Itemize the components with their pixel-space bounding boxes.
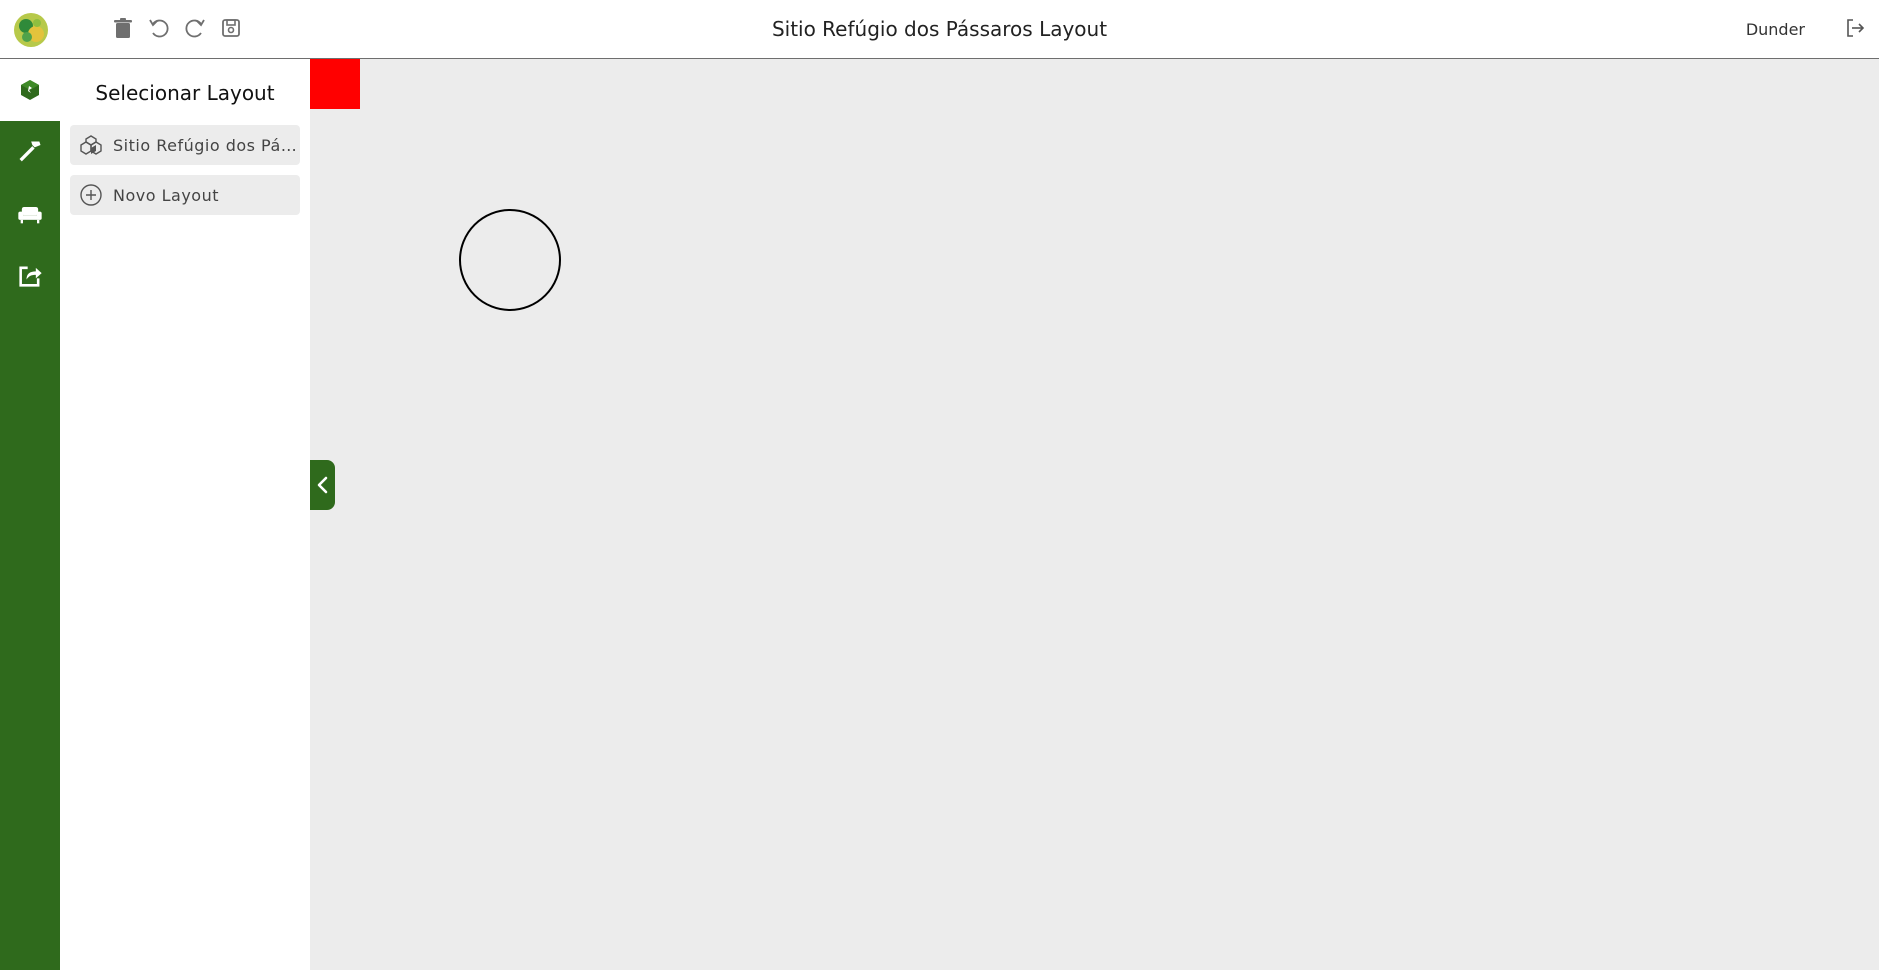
layout-cube-icon (21, 80, 39, 100)
layout-item-label: Sitio Refúgio dos Pássaros Layout (113, 135, 299, 155)
panel-title: Selecionar Layout (95, 81, 275, 105)
page-title: Sitio Refúgio dos Pássaros Layout (771, 17, 1108, 41)
armchair-icon (18, 207, 42, 224)
new-layout-label: Novo Layout (113, 185, 219, 205)
rail-item-furniture[interactable] (0, 183, 60, 245)
top-bar: Sitio Refúgio dos Pássaros Layout Dunder (0, 0, 1879, 59)
share-icon (19, 266, 42, 287)
layout-panel: Selecionar Layout Sitio Refúgio dos Páss… (60, 59, 310, 970)
tool-rail (0, 59, 60, 970)
collapse-panel-button[interactable] (310, 460, 335, 510)
canvas-object-circle[interactable] (459, 209, 561, 311)
rail-item-export[interactable] (0, 245, 60, 307)
chevron-left-icon (317, 476, 327, 494)
canvas-object-square[interactable] (310, 59, 360, 109)
username[interactable]: Dunder (1746, 20, 1805, 39)
hammer-icon (19, 141, 41, 162)
layout-canvas[interactable] (310, 59, 1879, 970)
new-layout-button[interactable]: Novo Layout (70, 175, 300, 215)
rail-item-build[interactable] (0, 121, 60, 183)
layout-item-sitio[interactable]: Sitio Refúgio dos Pássaros Layout (70, 125, 300, 165)
cubes-icon (80, 135, 102, 155)
add-circle-icon (80, 184, 102, 206)
logout-icon[interactable] (1843, 16, 1867, 40)
rail-item-layouts[interactable] (0, 59, 60, 121)
